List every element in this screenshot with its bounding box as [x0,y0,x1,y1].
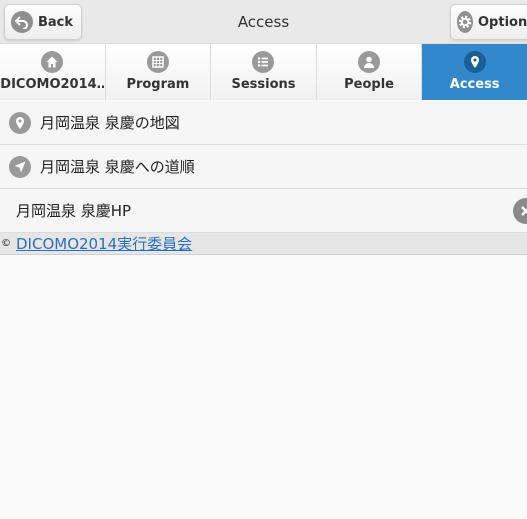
option-button-label: Option [478,14,527,30]
list-icon [252,51,275,73]
list-item-homepage[interactable]: 月岡温泉 泉慶HP [0,189,527,233]
tab-sessions[interactable]: Sessions [211,44,317,100]
tab-label: Access [449,77,500,92]
close-icon[interactable] [513,198,527,224]
access-list: 月岡温泉 泉慶の地図 月岡温泉 泉慶への道順 月岡温泉 泉慶HP [0,101,527,233]
option-button[interactable]: Option [450,4,527,40]
location-icon [463,51,486,73]
navigation-icon [9,156,31,178]
tab-label: DICOMO2014… [0,77,105,92]
page-title: Access [237,13,290,31]
tab-dicomo2014[interactable]: DICOMO2014… [0,44,106,100]
person-icon [358,51,381,73]
gear-icon [457,11,473,33]
committee-link[interactable]: DICOMO2014実行委員会 [16,233,192,254]
copyright-symbol: © [1,238,11,249]
tab-label: Sessions [231,77,296,92]
tab-navbar: DICOMO2014… Program Sessions People Acce… [0,44,527,100]
calendar-icon [146,51,169,73]
tab-people[interactable]: People [316,44,423,100]
tab-program[interactable]: Program [105,44,212,100]
home-icon [41,51,64,73]
list-item-label: 月岡温泉 泉慶の地図 [40,114,180,132]
location-icon [9,112,31,134]
tab-label: People [344,77,394,92]
list-item-directions[interactable]: 月岡温泉 泉慶への道順 [0,145,527,189]
footer: © DICOMO2014実行委員会 [0,233,527,255]
list-item-map[interactable]: 月岡温泉 泉慶の地図 [0,101,527,145]
tab-access[interactable]: Access [422,44,527,100]
tab-label: Program [126,77,190,92]
list-item-label: 月岡温泉 泉慶HP [16,202,132,220]
list-item-label: 月岡温泉 泉慶への道順 [40,158,195,176]
header-bar: Back Access Option [0,0,527,44]
